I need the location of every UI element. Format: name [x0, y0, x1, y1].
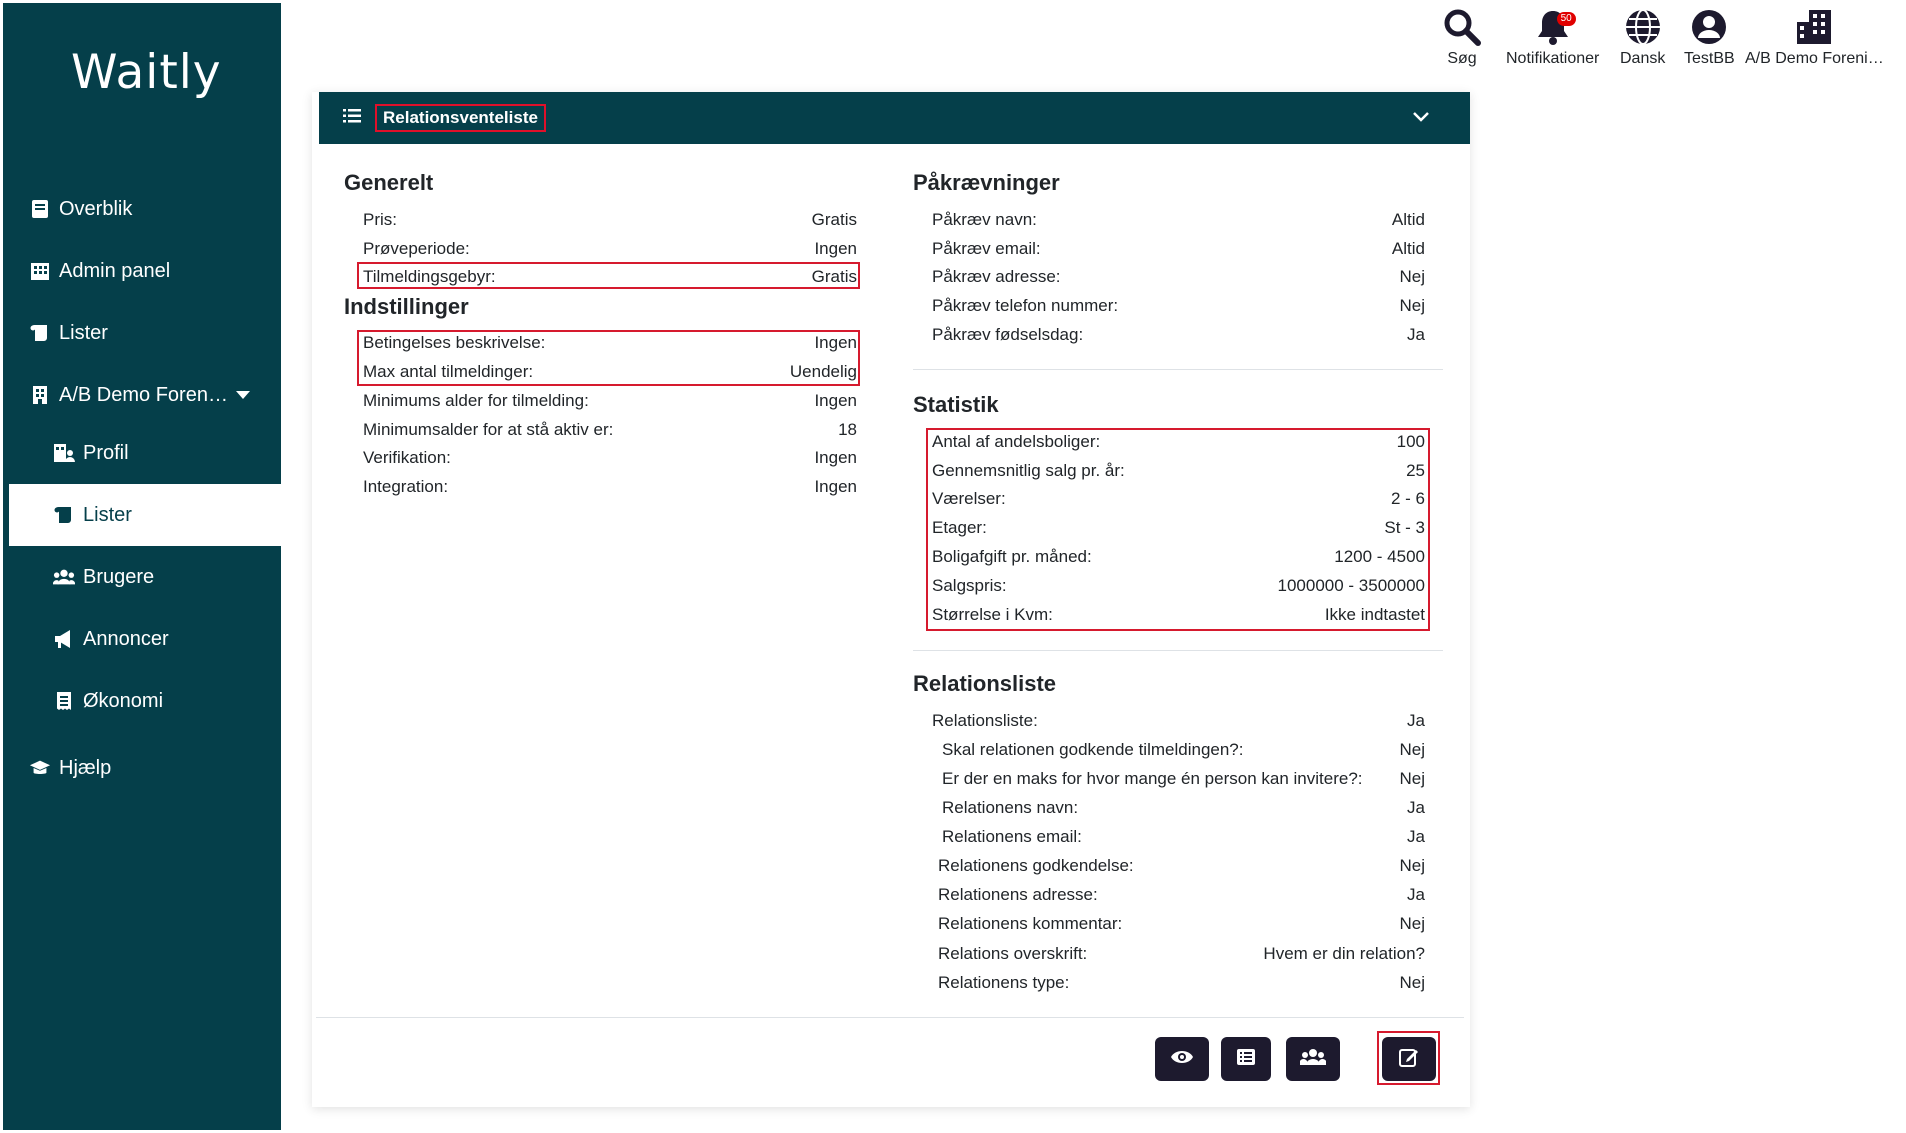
globe-icon [1624, 4, 1662, 50]
sidebar-item-lister[interactable]: Lister [3, 302, 281, 364]
building-icon [29, 384, 51, 406]
info-row: Minimumsalder for at stå aktiv er: 18 [363, 419, 857, 439]
sidebar-item-oekonomi[interactable]: Økonomi [3, 670, 281, 732]
info-row: Relationens type: Nej [938, 972, 1425, 992]
notifications-button[interactable]: 50 Notifikationer [1506, 4, 1599, 68]
bell-icon: 50 [1536, 4, 1576, 50]
info-row: Påkræv email: Altid [932, 238, 1425, 258]
info-row: Verifikation: Ingen [363, 447, 857, 467]
sidebar-item-org[interactable]: A/B Demo Foren… [3, 364, 281, 426]
sidebar-item-label: A/B Demo Foren… [59, 383, 228, 406]
section-title-indstillinger: Indstillinger [344, 294, 469, 319]
search-button[interactable]: Søg [1442, 4, 1482, 68]
list-view-button[interactable] [1221, 1037, 1271, 1081]
info-row: Påkræv navn: Altid [932, 209, 1425, 229]
chevron-down-icon[interactable] [1412, 110, 1430, 128]
divider [913, 369, 1443, 370]
sidebar-item-lister-active[interactable]: Lister [3, 484, 281, 546]
card-header[interactable]: Relationsventeliste [319, 92, 1470, 144]
info-row: Er der en maks for hvor mange én person … [942, 768, 1425, 788]
search-icon [1442, 4, 1482, 50]
info-row: Etager: St - 3 [932, 517, 1425, 537]
info-row: Relationens godkendelse: Nej [938, 855, 1425, 875]
section-title-generelt: Generelt [344, 170, 434, 195]
language-button[interactable]: Dansk [1620, 4, 1665, 68]
info-row: Værelser: 2 - 6 [932, 488, 1425, 508]
scroll-icon [29, 322, 51, 344]
sidebar-item-hjaelp[interactable]: Hjælp [3, 737, 281, 799]
highlight-box [357, 330, 860, 386]
highlight-box [357, 262, 860, 289]
user-button[interactable]: TestBB [1684, 4, 1735, 68]
info-row: Størrelse i Kvm: Ikke indtastet [932, 604, 1425, 624]
list-icon [343, 108, 361, 128]
sidebar-item-label: Økonomi [83, 689, 164, 712]
info-row: Relationens email: Ja [942, 826, 1425, 846]
edit-button[interactable] [1382, 1037, 1436, 1081]
info-row: Prøveperiode: Ingen [363, 238, 857, 258]
caret-down-icon [235, 391, 250, 399]
user-label: TestBB [1684, 50, 1735, 67]
divider [913, 650, 1443, 651]
sidebar: Waitly Overblik Admin panel Lister A/B D… [3, 3, 281, 1130]
info-row: Relationens adresse: Ja [938, 884, 1425, 904]
graduation-cap-icon [29, 757, 51, 779]
section-title-statistik: Statistik [913, 392, 999, 417]
info-row: Påkræv telefon nummer: Nej [932, 295, 1425, 315]
info-row: Relationsliste: Ja [932, 710, 1425, 730]
info-row: Påkræv fødselsdag: Ja [932, 324, 1425, 344]
info-row: Integration: Ingen [363, 476, 857, 496]
section-title-paakraevninger: Påkrævninger [913, 170, 1060, 195]
info-row: Boligafgift pr. måned: 1200 - 4500 [932, 546, 1425, 566]
scroll-icon [53, 504, 75, 526]
org-button[interactable]: A/B Demo Foreni… [1745, 4, 1884, 68]
edit-icon [1399, 1047, 1419, 1072]
city-icon [1794, 4, 1834, 50]
sidebar-item-profil[interactable]: Profil [3, 422, 281, 484]
sidebar-item-label: Overblik [59, 197, 133, 220]
sidebar-item-annoncer[interactable]: Annoncer [3, 608, 281, 670]
info-row: Relationens navn: Ja [942, 797, 1425, 817]
info-row: Gennemsnitlig salg pr. år: 25 [932, 460, 1425, 480]
users-icon [1299, 1048, 1327, 1071]
notification-badge: 50 [1556, 12, 1576, 26]
info-row: Minimums alder for tilmelding: Ingen [363, 390, 857, 410]
building-icon [29, 260, 51, 282]
info-row: Relations overskrift: Hvem er din relatio… [938, 943, 1425, 963]
sidebar-item-admin-panel[interactable]: Admin panel [3, 240, 281, 302]
info-row: Antal af andelsboliger: 100 [932, 431, 1425, 451]
info-row: Skal relationen godkende tilmeldingen?: N… [942, 739, 1425, 759]
receipt-icon [53, 690, 75, 712]
sidebar-item-label: Lister [83, 503, 132, 526]
card-title: Relationsventeliste [375, 104, 546, 132]
info-row: Salgspris: 1000000 - 3500000 [932, 575, 1425, 595]
logo: Waitly [71, 45, 222, 100]
section-title-relationsliste: Relationsliste [913, 671, 1057, 696]
sidebar-item-label: Annoncer [83, 627, 169, 650]
card-footer-divider [316, 1017, 1464, 1018]
org-label: A/B Demo Foreni… [1745, 50, 1884, 67]
info-row: Pris: Gratis [363, 209, 857, 229]
sidebar-item-overblik[interactable]: Overblik [3, 178, 281, 240]
sidebar-item-label: Admin panel [59, 259, 171, 282]
users-icon [53, 566, 75, 588]
sidebar-item-label: Lister [59, 321, 108, 344]
bullhorn-icon [53, 628, 75, 650]
building-user-icon [53, 442, 75, 464]
view-button[interactable] [1155, 1037, 1209, 1081]
eye-icon [1170, 1049, 1194, 1070]
book-icon [29, 198, 51, 220]
sidebar-item-brugere[interactable]: Brugere [3, 546, 281, 608]
search-label: Søg [1447, 50, 1477, 67]
sidebar-item-label: Profil [83, 441, 129, 464]
list-icon [1236, 1048, 1256, 1071]
users-button[interactable] [1286, 1037, 1340, 1081]
info-row: Relationens kommentar: Nej [938, 913, 1425, 933]
info-row: Påkræv adresse: Nej [932, 266, 1425, 286]
sidebar-item-label: Hjælp [59, 756, 112, 779]
user-circle-icon [1690, 4, 1728, 50]
notifications-label: Notifikationer [1506, 50, 1600, 67]
language-label: Dansk [1620, 50, 1666, 67]
sidebar-item-label: Brugere [83, 565, 155, 588]
